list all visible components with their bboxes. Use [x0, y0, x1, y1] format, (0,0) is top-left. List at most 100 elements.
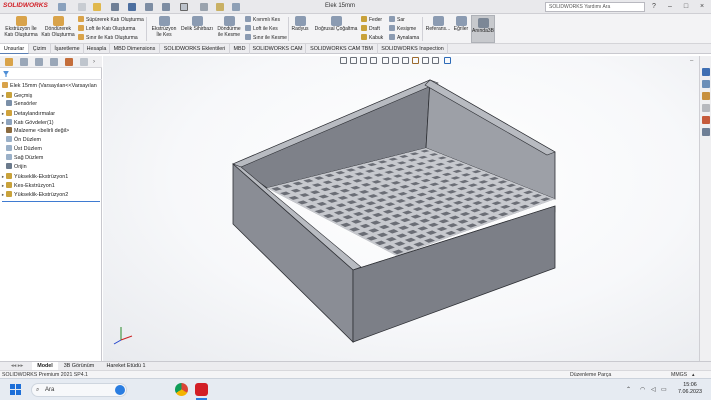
viewport-minimize-icon[interactable]: –: [690, 58, 698, 66]
intersect-button[interactable]: Kesişme: [389, 25, 416, 32]
hide-show-items-icon[interactable]: [402, 57, 409, 64]
display-manager-tab-icon[interactable]: [65, 58, 73, 66]
tree-item[interactable]: Ön Düzlem: [0, 136, 41, 145]
extrude-boss-button[interactable]: Ekstrüzyon İle Katı Oluşturma: [2, 16, 40, 38]
minimize-button[interactable]: –: [664, 2, 676, 12]
shell-button[interactable]: Kabuk: [361, 34, 383, 41]
tree-item[interactable]: ▸ Geçmiş: [0, 91, 32, 100]
extrude-cut-button[interactable]: Ekstrüzyon İle Kes: [149, 16, 179, 38]
mirror-button[interactable]: Aynalama: [389, 34, 419, 41]
custom-properties-icon[interactable]: [702, 128, 710, 136]
linear-pattern-button[interactable]: Doğrusal Çoğaltma: [311, 16, 361, 33]
display-style-icon[interactable]: [392, 57, 399, 64]
edit-appearance-icon[interactable]: [412, 57, 419, 64]
draft-button[interactable]: Draft: [361, 25, 380, 32]
chevron-right-icon[interactable]: ›: [93, 58, 99, 66]
solidworks-logo[interactable]: SOLIDWORKS: [3, 2, 48, 9]
cam-tab-icon[interactable]: [80, 58, 88, 66]
tab-evaluate[interactable]: Hesapla: [84, 44, 110, 54]
help-search-input[interactable]: SOLIDWORKS Yardımı Ara: [545, 2, 645, 12]
tray-chevron-up-icon[interactable]: ⌃: [626, 386, 631, 393]
speaker-icon[interactable]: ◁: [651, 386, 656, 393]
tree-item[interactable]: ▸ Yükseklik-Ekstrüzyon1: [0, 172, 68, 181]
appearances-icon[interactable]: [702, 116, 710, 124]
print-icon[interactable]: [111, 3, 119, 11]
section-view-icon[interactable]: [370, 57, 377, 64]
configuration-manager-tab-icon[interactable]: [35, 58, 43, 66]
new-document-icon[interactable]: [78, 3, 86, 11]
tree-item[interactable]: ▸ Yükseklik-Ekstrüzyon2: [0, 190, 68, 199]
filter-icon[interactable]: [3, 71, 9, 77]
file-properties-icon[interactable]: [216, 3, 224, 11]
tree-item[interactable]: ▸ Kes-Ekstrüzyon1: [0, 181, 55, 190]
tree-item[interactable]: ▸ Detaylandırmalar: [0, 109, 55, 118]
curves-button[interactable]: Eğriler: [452, 16, 470, 33]
rollback-bar[interactable]: [2, 201, 100, 202]
widgets-icon[interactable]: [115, 385, 125, 395]
tab-solidworks-addins[interactable]: SOLIDWORKS Eklentileri: [160, 44, 230, 54]
rebuild-icon[interactable]: [200, 3, 208, 11]
tab-solidworks-cam-tbm[interactable]: SOLIDWORKS CAM TBM: [306, 44, 378, 54]
file-explorer-icon[interactable]: [702, 92, 710, 100]
fillet-button[interactable]: Radyus: [289, 16, 311, 33]
property-manager-tab-icon[interactable]: [20, 58, 28, 66]
home-icon[interactable]: [58, 3, 66, 11]
options-gear-icon[interactable]: [232, 3, 240, 11]
sweep-button[interactable]: Süpürerek Katı Oluşturma: [78, 16, 144, 23]
chrome-icon[interactable]: [175, 383, 188, 396]
open-folder-icon[interactable]: [93, 3, 101, 11]
dimxpert-tab-icon[interactable]: [50, 58, 58, 66]
boundary-button[interactable]: Sınır ile Katı Oluşturma: [78, 34, 138, 41]
previous-view-icon[interactable]: [360, 57, 367, 64]
save-icon[interactable]: [128, 3, 136, 11]
tab-solidworks-cam[interactable]: SOLIDWORKS CAM: [250, 44, 306, 54]
revolve-boss-button[interactable]: Döndürerek Katı Oluşturma: [40, 16, 76, 38]
taskbar-clock[interactable]: 15:06 7.06.2023: [672, 382, 708, 396]
revolve-cut-button[interactable]: Döndürme ile Kesme: [214, 16, 244, 38]
tree-item[interactable]: Malzeme <belirli değil>: [0, 127, 69, 136]
tab-solidworks-inspection[interactable]: SOLIDWORKS Inspection: [378, 44, 448, 54]
lofted-cut-button[interactable]: Loft ile Kes: [245, 25, 278, 32]
wrap-button[interactable]: Sar: [389, 16, 405, 23]
rib-button[interactable]: Feder: [361, 16, 382, 23]
undo-icon[interactable]: [145, 3, 153, 11]
zoom-area-icon[interactable]: [350, 57, 357, 64]
solidworks-taskbar-icon[interactable]: [195, 383, 208, 396]
help-icon[interactable]: ?: [648, 2, 660, 12]
wifi-icon[interactable]: ◠: [640, 386, 645, 393]
apply-scene-icon[interactable]: [422, 57, 429, 64]
graphics-area[interactable]: [103, 56, 699, 361]
select-cursor-icon[interactable]: [180, 3, 188, 11]
close-button[interactable]: ×: [696, 2, 708, 12]
tree-item[interactable]: Üst Düzlem: [0, 145, 42, 154]
tree-root-part[interactable]: Elek 15mm (Varsayılan<<Varsayılan: [2, 82, 97, 91]
design-library-icon[interactable]: [702, 80, 710, 88]
tree-item[interactable]: Sensörler: [0, 100, 37, 109]
feature-manager-tab-icon[interactable]: [5, 58, 13, 66]
swept-cut-button[interactable]: Kıvrımlı Kes: [245, 16, 280, 23]
battery-icon[interactable]: ▭: [661, 386, 667, 393]
maximize-button[interactable]: □: [680, 2, 692, 12]
solidworks-resources-icon[interactable]: [702, 68, 710, 76]
view-palette-icon[interactable]: [702, 104, 710, 112]
loft-button[interactable]: Loft ile Katı Oluşturma: [78, 25, 135, 32]
reference-geometry-button[interactable]: Referans...: [424, 16, 452, 33]
view-orientation-icon[interactable]: [382, 57, 389, 64]
tree-item[interactable]: Sağ Düzlem: [0, 154, 43, 163]
windows-start-icon[interactable]: [10, 384, 22, 396]
tab-sketch[interactable]: Çizim: [29, 44, 51, 54]
zoom-fit-icon[interactable]: [340, 57, 347, 64]
view-settings-icon[interactable]: [432, 57, 439, 64]
tab-features[interactable]: Unsurlar: [0, 44, 29, 54]
part-model-view[interactable]: [103, 56, 699, 361]
boundary-cut-button[interactable]: Sınır ile Kesme: [245, 34, 287, 41]
hole-wizard-button[interactable]: Delik Sihirbazı: [180, 16, 214, 33]
taskbar-search-input[interactable]: ⌕ Ara: [31, 383, 127, 397]
tab-mbd[interactable]: MBD: [230, 44, 250, 54]
redo-icon[interactable]: [162, 3, 170, 11]
tree-item[interactable]: ▸ Katı Gövdeler(1): [0, 118, 54, 127]
display-monitor-icon[interactable]: [444, 57, 451, 64]
tree-item[interactable]: Orijin: [0, 163, 27, 172]
instant3d-button[interactable]: Anında3B: [471, 15, 495, 43]
tab-markup[interactable]: İşaretleme: [51, 44, 84, 54]
